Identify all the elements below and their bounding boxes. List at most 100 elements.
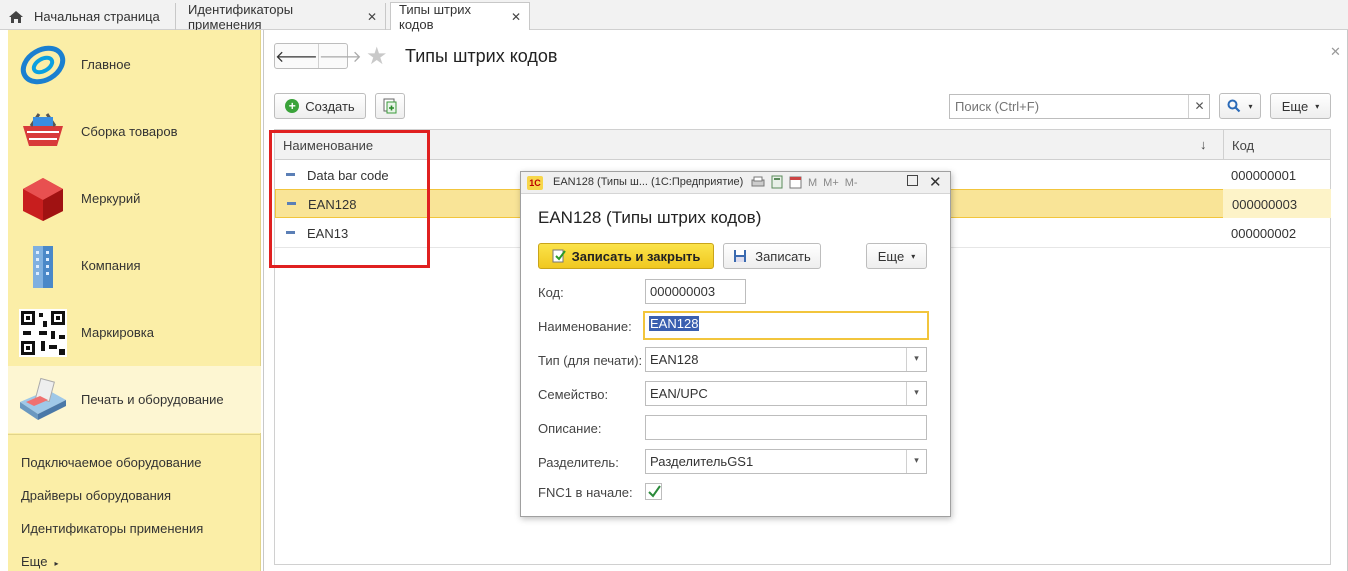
section-assembly[interactable]: Сборка товаров [8,98,261,165]
save-close-icon [552,249,566,263]
sidebar-more-link[interactable]: Еще ▸ [21,554,58,569]
description-label: Описание: [538,421,602,436]
more-label: Еще [1281,98,1309,114]
section-label: Главное [81,57,131,72]
family-value: EAN/UPC [650,386,708,401]
section-print-equipment[interactable]: Печать и оборудование [8,366,261,433]
sections-panel: Главное Сборка товаров Меркурий Компания… [8,30,261,571]
row-code: 000000003 [1232,197,1298,212]
calendar-icon[interactable] [789,175,802,192]
close-icon[interactable]: ✕ [511,10,521,24]
close-icon[interactable]: ✕ [1330,44,1341,60]
search-button[interactable]: ▾ [1219,93,1261,119]
save-button[interactable]: Записать [723,243,821,269]
search-icon [1227,99,1241,113]
maximize-icon[interactable] [907,175,918,186]
dropdown-arrow-icon[interactable]: ▾ [906,348,926,371]
print-type-value: EAN128 [650,352,699,367]
section-marking[interactable]: Маркировка [8,299,261,366]
floppy-icon [734,250,747,262]
table-header: Наименование ↓ Код [275,130,1330,160]
sort-arrow-icon: ↓ [1200,137,1207,152]
main-logo-icon [18,40,68,90]
dialog-window-title: EAN128 (Типы ш... (1С:Предприятие) [553,176,744,188]
favorite-star-icon[interactable]: ★ [366,42,388,71]
search-input[interactable] [950,95,1188,118]
more-label: Еще [21,554,48,569]
dropdown-arrow-icon[interactable]: ▾ [906,382,926,405]
memory-icon[interactable]: M [808,177,817,189]
tab-label: Типы штрих кодов [399,1,472,32]
caret-right-icon: ▸ [54,559,59,568]
forward-arrow-icon[interactable]: 🡒 [319,44,362,68]
section-company[interactable]: Компания [8,232,261,299]
qr-code-icon [18,308,68,358]
column-header-code[interactable]: Код [1223,130,1330,159]
checkmark-icon [648,485,661,498]
basket-icon [18,107,68,157]
chevron-down-icon: ▾ [1315,101,1320,111]
memory-plus-icon[interactable]: M+ [823,177,839,189]
terminal-icon [18,375,68,425]
create-label: Создать [305,98,355,114]
fnc1-checkbox[interactable] [645,483,662,500]
code-label: Код: [538,285,564,300]
fnc1-label: FNC1 в начале: [538,485,633,500]
link-equipment-drivers[interactable]: Драйверы оборудования [21,488,171,503]
clear-icon[interactable]: ✕ [1188,95,1210,118]
tab-barcode-types[interactable]: Типы штрих кодов ✕ [390,1,530,32]
plus-icon: + [285,99,300,113]
dialog-heading: EAN128 (Типы штрих кодов) [538,208,762,227]
copy-icon [383,98,397,114]
close-icon[interactable]: ✕ [367,10,377,24]
app-logo-icon: 1С [527,176,543,190]
more-button[interactable]: Еще ▾ [1270,93,1331,119]
chevron-down-icon: ▾ [911,251,916,261]
save-and-close-button[interactable]: Записать и закрыть [538,243,714,269]
section-label: Печать и оборудование [81,392,224,407]
tab-home[interactable]: Начальная страница [0,3,176,30]
name-label: Наименование: [538,319,632,334]
dialog-toolbar: M M+ M- [751,174,858,192]
divider [8,434,261,435]
calculator-icon[interactable] [771,175,783,192]
description-field[interactable] [645,415,927,440]
create-button[interactable]: + Создать [274,93,366,119]
code-field[interactable]: 000000003 [645,279,746,304]
section-label: Меркурий [81,191,141,206]
cube-icon [18,174,68,224]
tab-usage-identifiers[interactable]: Идентификаторы применения ✕ [180,1,386,32]
highlight-annotation [269,130,430,268]
print-icon[interactable] [751,176,765,191]
family-select[interactable]: EAN/UPC ▾ [645,381,927,406]
home-icon [8,10,24,24]
more-label: Еще [877,248,905,264]
memory-minus-icon[interactable]: M- [845,177,858,189]
name-value-selected: EAN128 [649,316,700,331]
save-label: Записать [755,248,811,264]
close-icon[interactable]: ✕ [929,173,942,191]
print-type-label: Тип (для печати): [538,353,643,368]
tab-label: Начальная страница [34,9,160,24]
building-icon [18,241,68,291]
link-connected-equipment[interactable]: Подключаемое оборудование [21,455,202,470]
dialog-more-button[interactable]: Еще ▾ [866,243,927,269]
link-usage-identifiers[interactable]: Идентификаторы применения [21,521,203,536]
page-title: Типы штрих кодов [405,46,558,66]
separator-value: РазделительGS1 [650,454,754,469]
separator-select[interactable]: РазделительGS1 ▾ [645,449,927,474]
dropdown-arrow-icon[interactable]: ▾ [906,450,926,473]
edit-dialog: 1С EAN128 (Типы ш... (1С:Предприятие) M … [520,171,951,517]
separator-label: Разделитель: [538,455,619,470]
section-label: Маркировка [81,325,154,340]
section-main[interactable]: Главное [8,31,261,98]
tab-bar: Начальная страница Идентификаторы примен… [0,0,1348,32]
dialog-titlebar: 1С EAN128 (Типы ш... (1С:Предприятие) M … [521,172,950,194]
save-and-close-label: Записать и закрыть [571,248,701,264]
name-field[interactable]: EAN128 [643,311,929,340]
copy-button[interactable] [375,93,405,119]
section-mercury[interactable]: Меркурий [8,165,261,232]
back-arrow-icon[interactable]: 🡐 [275,44,319,68]
tab-label: Идентификаторы применения [188,1,294,32]
print-type-select[interactable]: EAN128 ▾ [645,347,927,372]
